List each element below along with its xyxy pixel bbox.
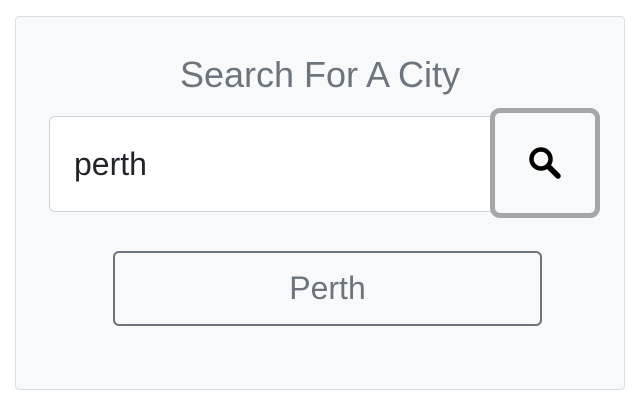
search-card: Search For A City Perth (15, 16, 625, 390)
city-search-input[interactable] (49, 116, 497, 212)
search-form (49, 108, 600, 218)
city-result-button[interactable]: Perth (113, 251, 542, 326)
search-title: Search For A City (179, 54, 461, 95)
search-button[interactable] (490, 108, 600, 218)
search-icon (495, 113, 595, 213)
